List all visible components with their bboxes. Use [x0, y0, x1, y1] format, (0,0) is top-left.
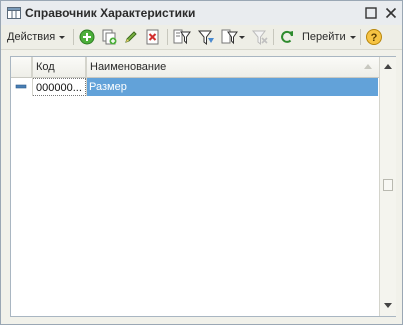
toolbar-divider	[273, 29, 274, 45]
toolbar: Действия Перейти ?	[1, 25, 402, 50]
actions-menu-button[interactable]: Действия	[7, 28, 66, 46]
copy-icon[interactable]	[100, 28, 118, 46]
column-divider	[32, 57, 33, 96]
chevron-down-icon	[59, 35, 66, 39]
scrollbar-thumb[interactable]	[383, 179, 393, 191]
title-bar: Справочник Характеристики	[1, 1, 402, 26]
add-icon[interactable]	[78, 28, 96, 46]
column-divider	[86, 57, 87, 96]
goto-menu-label: Перейти	[302, 31, 346, 43]
filter-dropdown-icon[interactable]	[220, 28, 246, 46]
window-title: Справочник Характеристики	[25, 6, 196, 20]
toolbar-divider	[360, 29, 361, 45]
table-header: Код Наименование	[11, 57, 379, 78]
refresh-icon[interactable]	[278, 28, 296, 46]
filter-icon[interactable]	[172, 28, 192, 46]
goto-menu-button[interactable]: Перейти	[302, 28, 356, 46]
toolbar-divider	[73, 29, 74, 45]
chevron-down-icon	[349, 35, 356, 39]
catalog-item-icon	[15, 84, 27, 89]
scroll-down-icon[interactable]	[380, 297, 396, 313]
svg-text:?: ?	[371, 32, 378, 44]
close-window-icon[interactable]	[384, 6, 398, 20]
filter-by-value-icon[interactable]	[196, 28, 216, 46]
toolbar-divider	[167, 29, 168, 45]
cell-code[interactable]: 000000...	[32, 78, 86, 96]
table-row[interactable]: 000000... Размер	[11, 78, 379, 96]
catalog-icon	[7, 7, 21, 19]
catalog-window: Справочник Характеристики Действия Перей…	[0, 0, 403, 325]
cell-name[interactable]: Размер	[86, 78, 378, 96]
clear-filter-icon[interactable]	[250, 28, 270, 46]
sort-ascending-icon	[364, 64, 372, 69]
row-marker-header	[11, 57, 32, 77]
scroll-up-icon[interactable]	[380, 59, 396, 75]
vertical-scrollbar[interactable]	[379, 57, 396, 316]
delete-icon[interactable]	[144, 28, 162, 46]
edit-icon[interactable]	[122, 28, 140, 46]
restore-window-icon[interactable]	[364, 6, 378, 20]
column-header-code[interactable]: Код	[32, 57, 86, 77]
column-header-name-label: Наименование	[90, 61, 167, 73]
column-header-name[interactable]: Наименование	[86, 57, 379, 77]
row-marker	[11, 78, 32, 96]
help-icon[interactable]: ?	[365, 28, 383, 46]
catalog-table[interactable]: Код Наименование 000000... Размер	[10, 56, 396, 317]
actions-menu-label: Действия	[7, 31, 56, 43]
